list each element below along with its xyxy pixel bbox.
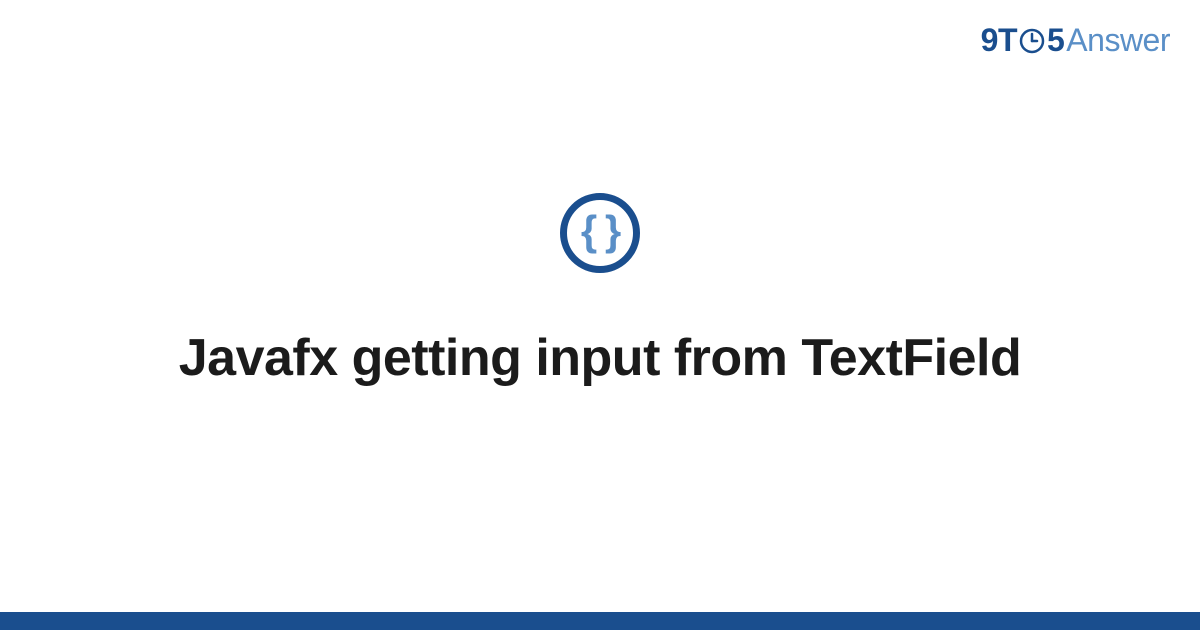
logo-part-5: 5 [1047,22,1064,59]
clock-icon [1018,27,1046,55]
category-icon-circle: { } [560,193,640,273]
logo-part-9t: 9T [981,22,1017,59]
site-logo: 9T 5 Answer [981,22,1170,59]
footer-bar [0,612,1200,630]
code-braces-icon: { } [581,210,619,252]
page-title: Javafx getting input from TextField [179,328,1022,388]
logo-part-answer: Answer [1066,22,1170,59]
main-content: { } Javafx getting input from TextField [0,0,1200,630]
